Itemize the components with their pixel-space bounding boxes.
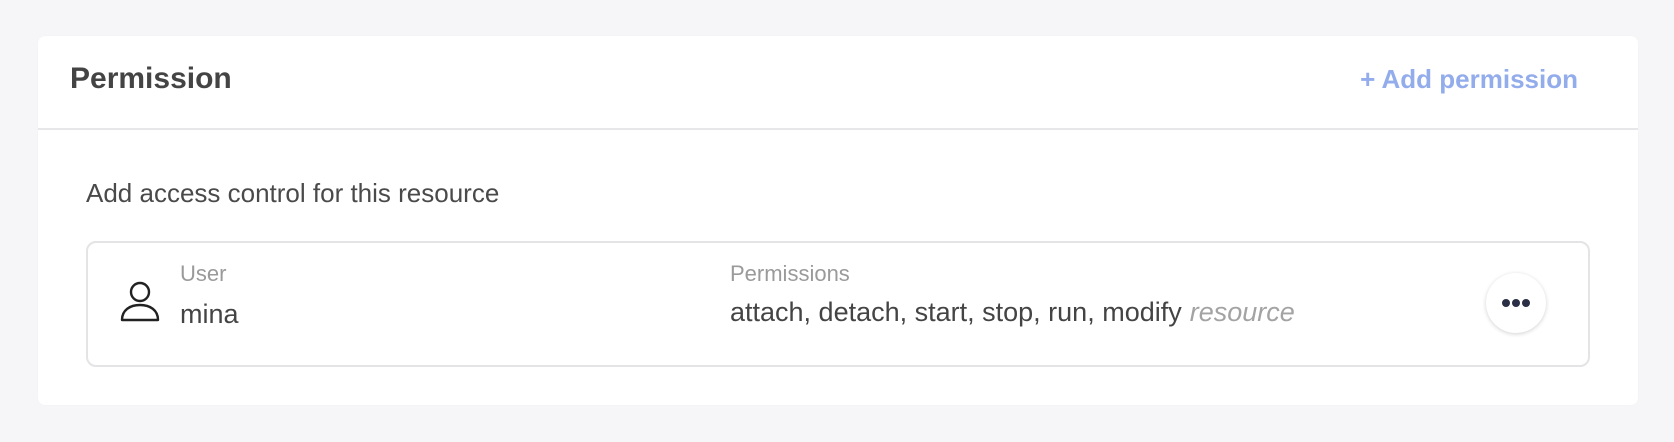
permissions-label: Permissions (730, 261, 850, 286)
add-permission-button[interactable]: + Add permission (1360, 66, 1578, 92)
permission-card: Permission + Add permission Add access c… (38, 36, 1638, 405)
more-horizontal-icon (1502, 299, 1530, 307)
page-title: Permission (70, 62, 232, 95)
user-icon (118, 279, 162, 323)
principal-name: mina (180, 299, 239, 329)
principal-type-label: User (180, 261, 227, 286)
permission-scope: resource (1189, 297, 1295, 327)
card-header: Permission + Add permission (38, 36, 1638, 130)
add-permission-label: + Add permission (1360, 64, 1578, 94)
access-control-description: Add access control for this resource (86, 178, 500, 208)
permission-entry: User mina Permissions attach, detach, st… (86, 241, 1590, 367)
more-actions-button[interactable] (1486, 273, 1546, 333)
permissions-list: attach, detach, start, stop, run, modify (730, 297, 1182, 327)
permissions-value: attach, detach, start, stop, run, modify… (730, 299, 1295, 326)
